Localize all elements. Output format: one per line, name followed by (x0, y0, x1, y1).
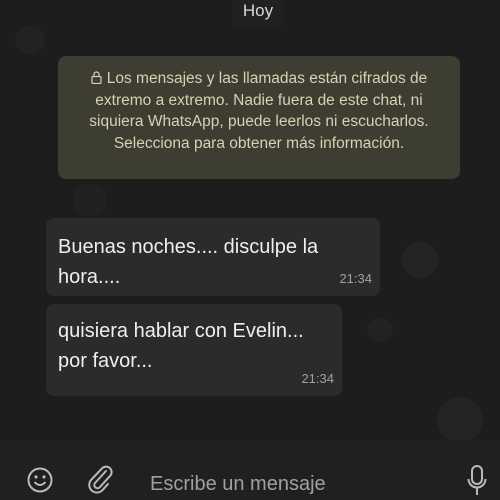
composer-bar (0, 440, 500, 500)
paperclip-icon[interactable] (86, 464, 114, 496)
message-text: quisiera hablar con Evelin... por favor.… (58, 320, 304, 372)
message-text: Buenas noches.... disculpe la hora.... (58, 236, 319, 288)
date-label: Hoy (232, 0, 284, 28)
encryption-notice[interactable]: Los mensajes y las llamadas están cifrad… (58, 56, 460, 179)
encryption-notice-text: Los mensajes y las llamadas están cifrad… (89, 70, 429, 152)
microphone-icon[interactable] (466, 464, 488, 498)
message-bubble[interactable]: quisiera hablar con Evelin... por favor.… (46, 304, 342, 396)
lock-icon (91, 71, 102, 84)
message-time: 21:34 (339, 271, 372, 286)
message-input[interactable] (150, 470, 440, 498)
message-bubble[interactable]: Buenas noches.... disculpe la hora.... 2… (46, 218, 380, 296)
message-time: 21:34 (301, 371, 334, 386)
emoji-icon[interactable] (26, 466, 54, 494)
